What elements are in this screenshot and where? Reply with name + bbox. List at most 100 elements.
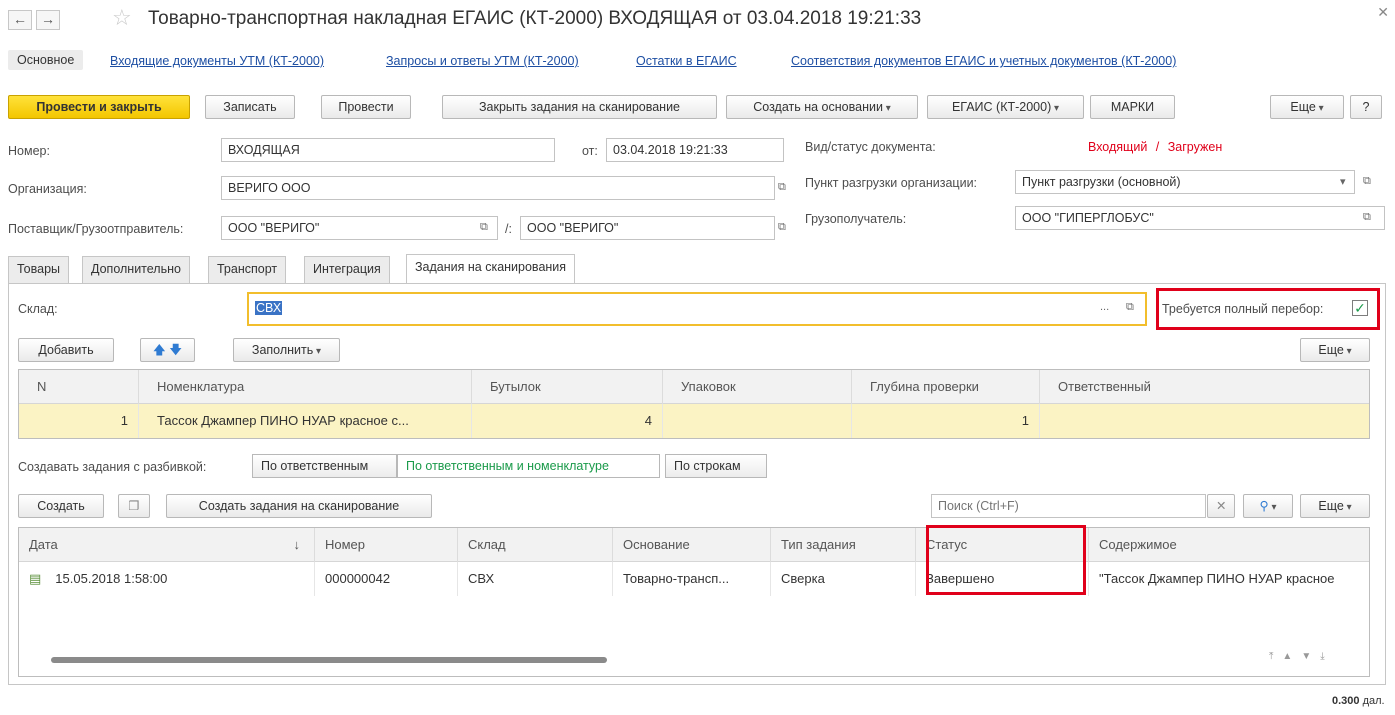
close-scan-tasks-button[interactable]: Закрыть задания на сканирование bbox=[442, 95, 717, 119]
scan-more-button[interactable]: Еще bbox=[1300, 338, 1370, 362]
scan-items-table: N Номенклатура Бутылок Упаковок Глубина … bbox=[18, 369, 1370, 439]
title-bar: ← → ☆ Товарно-транспортная накладная ЕГА… bbox=[0, 0, 1395, 42]
warehouse-open-icon[interactable]: ⧉ bbox=[1126, 301, 1134, 314]
cell-n: 1 bbox=[19, 404, 139, 438]
arrow-down-icon[interactable]: 🡇 bbox=[169, 343, 182, 357]
egais-menu-button[interactable]: ЕГАИС (КТ-2000) bbox=[927, 95, 1084, 119]
cell-date: ▤ 15.05.2018 1:58:00 bbox=[19, 562, 315, 596]
volume-value: 0.300 bbox=[1332, 695, 1360, 707]
supplier-label: Поставщик/Грузоотправитель: bbox=[8, 222, 184, 236]
marks-button[interactable]: МАРКИ bbox=[1090, 95, 1175, 119]
unload-point-dropdown-icon[interactable]: ▾ bbox=[1340, 175, 1346, 188]
split-by-responsible[interactable]: По ответственным bbox=[252, 454, 397, 478]
full-check-checkbox[interactable]: ✓ bbox=[1352, 300, 1368, 316]
clear-search-icon[interactable]: ✕ bbox=[1207, 494, 1235, 518]
doc-status-separator: / bbox=[1155, 140, 1160, 154]
col-packages[interactable]: Упаковок bbox=[663, 370, 852, 404]
col-nomenclature[interactable]: Номенклатура bbox=[139, 370, 472, 404]
organization-label: Организация: bbox=[8, 182, 87, 196]
horizontal-scrollbar[interactable] bbox=[29, 655, 1229, 665]
unload-point-label: Пункт разгрузки организации: bbox=[805, 176, 978, 190]
create-scan-tasks-button[interactable]: Создать задания на сканирование bbox=[166, 494, 432, 518]
tab-goods[interactable]: Товары bbox=[8, 256, 69, 283]
search-icon[interactable]: ⚲ bbox=[1243, 494, 1293, 518]
add-button[interactable]: Добавить bbox=[18, 338, 114, 362]
supplier-field[interactable]: ООО "ВЕРИГО" bbox=[221, 216, 498, 240]
cell-packages bbox=[663, 404, 852, 438]
consignee-field[interactable]: ООО "ГИПЕРГЛОБУС" bbox=[1015, 206, 1385, 230]
split-by-responsible-and-item[interactable]: По ответственным и номенклатуре bbox=[397, 454, 660, 478]
copy-icon[interactable]: ❐ bbox=[118, 494, 150, 518]
shipper-open-icon[interactable]: ⧉ bbox=[778, 221, 786, 234]
col-warehouse[interactable]: Склад bbox=[458, 528, 613, 562]
scan-items-header: N Номенклатура Бутылок Упаковок Глубина … bbox=[19, 370, 1369, 404]
col-responsible[interactable]: Ответственный bbox=[1040, 370, 1371, 404]
fill-button[interactable]: Заполнить bbox=[233, 338, 340, 362]
doc-status[interactable]: Загружен bbox=[1168, 140, 1222, 154]
shipper-field[interactable]: ООО "ВЕРИГО" bbox=[520, 216, 775, 240]
unload-point-open-icon[interactable]: ⧉ bbox=[1363, 175, 1371, 188]
col-basis[interactable]: Основание bbox=[613, 528, 771, 562]
tab-transport[interactable]: Транспорт bbox=[208, 256, 287, 283]
post-and-close-button[interactable]: Провести и закрыть bbox=[8, 95, 190, 119]
nav-incoming-utm[interactable]: Входящие документы УТМ (КТ-2000) bbox=[110, 54, 324, 68]
tab-scan-tasks[interactable]: Задания на сканирования bbox=[406, 254, 576, 284]
tab-additional[interactable]: Дополнительно bbox=[82, 256, 190, 283]
nav-egais-stock[interactable]: Остатки в ЕГАИС bbox=[636, 54, 737, 68]
col-number[interactable]: Номер bbox=[315, 528, 458, 562]
tab-integration[interactable]: Интеграция bbox=[304, 256, 390, 283]
scan-tasks-header: Дата ↓ Номер Склад Основание Тип задания… bbox=[19, 528, 1369, 562]
warehouse-label: Склад: bbox=[18, 302, 58, 316]
split-label: Создавать задания с разбивкой: bbox=[18, 460, 207, 474]
consignee-label: Грузополучатель: bbox=[805, 212, 907, 226]
scroll-nav-icons[interactable]: ⤒▲▼⤓ bbox=[1269, 651, 1365, 669]
nav-main[interactable]: Основное bbox=[8, 50, 84, 70]
supplier-open-icon[interactable]: ⧉ bbox=[480, 221, 488, 234]
doc-kind[interactable]: Входящий bbox=[1088, 140, 1147, 154]
number-field[interactable]: ВХОДЯЩАЯ bbox=[221, 138, 555, 162]
scrollbar-thumb[interactable] bbox=[51, 657, 607, 663]
save-button[interactable]: Записать bbox=[205, 95, 295, 119]
post-button[interactable]: Провести bbox=[321, 95, 411, 119]
document-icon: ▤ bbox=[29, 571, 42, 586]
warehouse-field[interactable]: СВХ bbox=[247, 292, 1147, 326]
split-by-rows[interactable]: По строкам bbox=[665, 454, 767, 478]
col-date[interactable]: Дата ↓ bbox=[19, 528, 315, 562]
date-field[interactable]: 03.04.2018 19:21:33 bbox=[606, 138, 784, 162]
search-input[interactable] bbox=[931, 494, 1206, 518]
full-check-label: Требуется полный перебор: bbox=[1162, 302, 1324, 316]
organization-field[interactable]: ВЕРИГО ООО bbox=[221, 176, 775, 200]
warehouse-value: СВХ bbox=[255, 301, 283, 315]
nav-doc-correspondence[interactable]: Соответствия документов ЕГАИС и учетных … bbox=[791, 54, 1176, 68]
scan-tasks-table: Дата ↓ Номер Склад Основание Тип задания… bbox=[18, 527, 1370, 677]
col-n[interactable]: N bbox=[19, 370, 139, 404]
back-icon[interactable]: ← bbox=[8, 10, 32, 30]
sort-desc-icon[interactable]: ↓ bbox=[294, 528, 301, 562]
col-date-label: Дата bbox=[29, 537, 58, 552]
more-button[interactable]: Еще bbox=[1270, 95, 1344, 119]
tasks-more-button[interactable]: Еще bbox=[1300, 494, 1370, 518]
star-icon[interactable]: ☆ bbox=[112, 5, 132, 31]
arrow-up-icon[interactable]: 🡅 bbox=[153, 343, 166, 357]
create-based-on-button[interactable]: Создать на основании bbox=[726, 95, 918, 119]
shipper-separator: /: bbox=[505, 222, 512, 236]
doc-status-value[interactable]: Входящий / Загружен bbox=[1088, 140, 1222, 154]
number-label: Номер: bbox=[8, 144, 50, 158]
col-content[interactable]: Содержимое bbox=[1089, 528, 1371, 562]
warehouse-select-icon[interactable]: ... bbox=[1100, 301, 1109, 313]
table-row[interactable]: 1 Тассок Джампер ПИНО НУАР красное с... … bbox=[19, 404, 1369, 438]
nav-requests-utm[interactable]: Запросы и ответы УТМ (КТ-2000) bbox=[386, 54, 579, 68]
col-bottles[interactable]: Бутылок bbox=[472, 370, 663, 404]
col-task-type[interactable]: Тип задания bbox=[771, 528, 916, 562]
unload-point-field[interactable]: Пункт разгрузки (основной) bbox=[1015, 170, 1355, 194]
consignee-open-icon[interactable]: ⧉ bbox=[1363, 211, 1371, 224]
move-up-down-button[interactable]: 🡅 🡇 bbox=[140, 338, 195, 362]
create-button[interactable]: Создать bbox=[18, 494, 104, 518]
forward-icon[interactable]: → bbox=[36, 10, 60, 30]
organization-open-icon[interactable]: ⧉ bbox=[778, 181, 786, 194]
window-title: Товарно-транспортная накладная ЕГАИС (КТ… bbox=[148, 8, 922, 29]
col-check-depth[interactable]: Глубина проверки bbox=[852, 370, 1040, 404]
table-row[interactable]: ▤ 15.05.2018 1:58:00 000000042 СВХ Товарн… bbox=[19, 562, 1369, 596]
close-icon[interactable]: ✕ bbox=[1377, 4, 1389, 21]
help-button[interactable]: ? bbox=[1350, 95, 1382, 119]
